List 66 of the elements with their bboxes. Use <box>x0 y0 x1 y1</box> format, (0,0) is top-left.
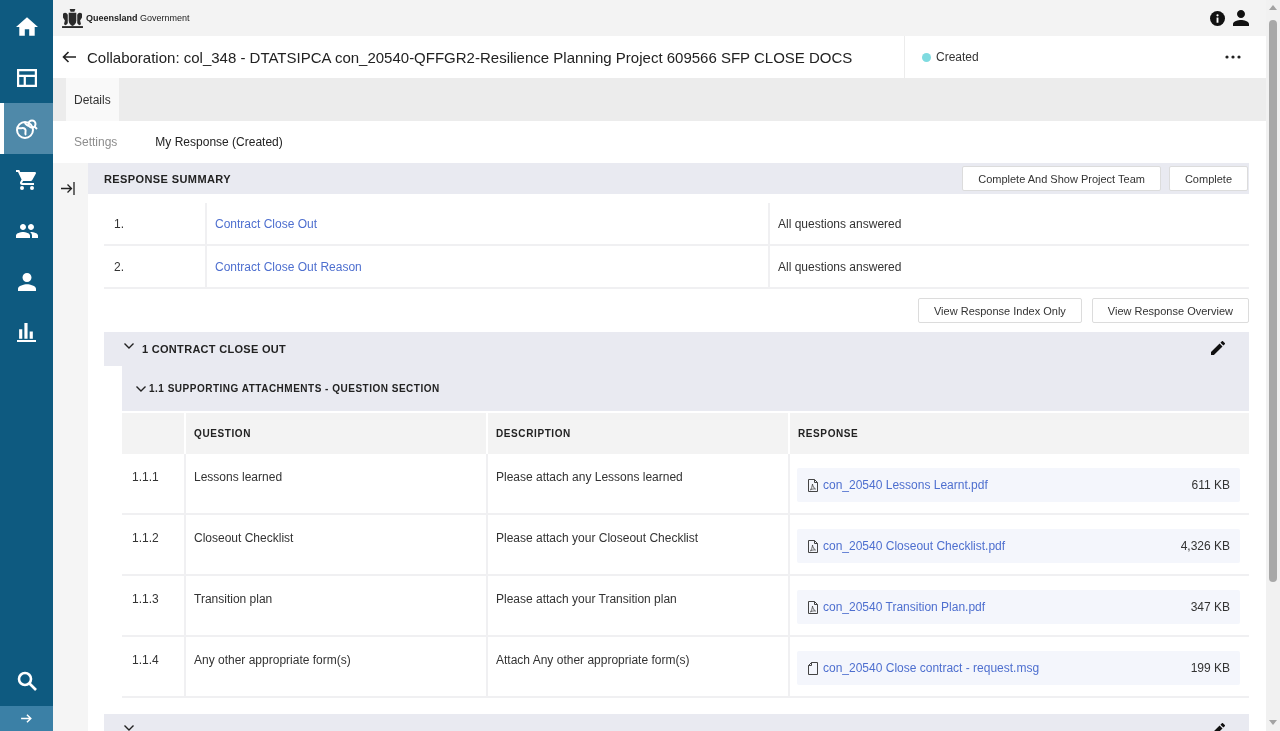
info-icon[interactable] <box>1210 10 1225 26</box>
layout-icon <box>16 68 37 87</box>
back-arrow-icon[interactable] <box>62 51 76 63</box>
file-size: 611 KB <box>1191 478 1230 492</box>
view-button[interactable]: View Response Index Only <box>918 298 1082 323</box>
bar-chart-icon <box>17 323 36 342</box>
description-text: Attach Any other appropriate form(s) <box>496 653 690 667</box>
section-title: 1 CONTRACT CLOSE OUT <box>142 343 287 355</box>
section-link[interactable]: Contract Close Out Reason <box>215 259 362 274</box>
globe-icon <box>15 118 38 139</box>
description-text: Please attach your Closeout Checklist <box>496 531 699 545</box>
person-icon <box>17 272 36 291</box>
crest-icon <box>62 8 83 28</box>
action-button[interactable]: Complete <box>1168 166 1248 191</box>
cart-icon <box>16 169 37 190</box>
subtab[interactable]: My Response (Created) <box>155 135 283 149</box>
status-label: Created <box>936 50 979 64</box>
row-number: 1. <box>114 216 124 231</box>
file-link[interactable]: con_20540 Close contract - request.msg <box>823 661 1040 675</box>
row-number: 1.1.2 <box>132 531 159 545</box>
pdf-file-icon <box>808 478 818 492</box>
section-header[interactable]: 1 CONTRACT CLOSE OUT <box>104 332 1249 366</box>
subsection-header[interactable]: 1.1 SUPPORTING ATTACHMENTS - QUESTION SECTION <box>122 366 1249 411</box>
column-header: QUESTION <box>194 428 252 439</box>
collapse-icon[interactable] <box>61 182 75 195</box>
status-text: All questions answered <box>778 216 902 231</box>
column-header: DESCRIPTION <box>496 428 571 439</box>
arrow-right-icon <box>21 714 32 723</box>
summary-title: RESPONSE SUMMARY <box>104 172 231 185</box>
search-icon <box>16 670 37 691</box>
scrollbar-thumb[interactable] <box>1269 20 1277 582</box>
home-icon <box>15 17 38 36</box>
sidebar-item[interactable] <box>0 103 53 154</box>
question-text: Transition plan <box>194 592 273 606</box>
file-link[interactable]: con_20540 Closeout Checklist.pdf <box>823 539 1006 553</box>
more-icon[interactable] <box>1225 55 1241 59</box>
action-button[interactable]: Complete And Show Project Team <box>962 166 1161 191</box>
question-text: Closeout Checklist <box>194 531 294 545</box>
row-number: 1.1.1 <box>132 470 159 484</box>
logo-text: Queensland Government <box>86 13 190 23</box>
pdf-file-icon <box>808 600 818 614</box>
description-text: Please attach any Lessons learned <box>496 470 683 484</box>
subsection-title: 1.1 SUPPORTING ATTACHMENTS - QUESTION SECTION <box>149 383 440 394</box>
file-link[interactable]: con_20540 Transition Plan.pdf <box>823 600 986 614</box>
question-text: Lessons learned <box>194 470 283 484</box>
page-title: Collaboration: col_348 - DTATSIPCA con_20540-QFFGR2-Resilience Planning Project 609566 SFP CLOSE DOCS <box>87 48 853 66</box>
status-text: All questions answered <box>778 259 902 274</box>
file-size: 4,326 KB <box>1180 539 1230 553</box>
file-link[interactable]: con_20540 Lessons Learnt.pdf <box>823 478 988 492</box>
pencil-icon[interactable] <box>1211 341 1225 355</box>
file-size: 199 KB <box>1190 661 1230 675</box>
file-size: 347 KB <box>1190 600 1230 614</box>
description-text: Please attach your Transition plan <box>496 592 677 606</box>
section-link[interactable]: Contract Close Out <box>215 216 318 231</box>
view-button[interactable]: View Response Overview <box>1091 298 1249 323</box>
question-text: Any other appropriate form(s) <box>194 653 351 667</box>
user-icon[interactable] <box>1233 10 1249 26</box>
row-number: 1.1.4 <box>132 653 159 667</box>
scrollbar[interactable] <box>1266 0 1280 731</box>
row-number: 2. <box>114 259 124 274</box>
file-icon <box>808 661 818 675</box>
column-header: RESPONSE <box>798 428 859 439</box>
people-icon <box>15 223 38 238</box>
tab[interactable]: Details <box>66 78 119 121</box>
row-number: 1.1.3 <box>132 592 159 606</box>
pdf-file-icon <box>808 539 818 553</box>
